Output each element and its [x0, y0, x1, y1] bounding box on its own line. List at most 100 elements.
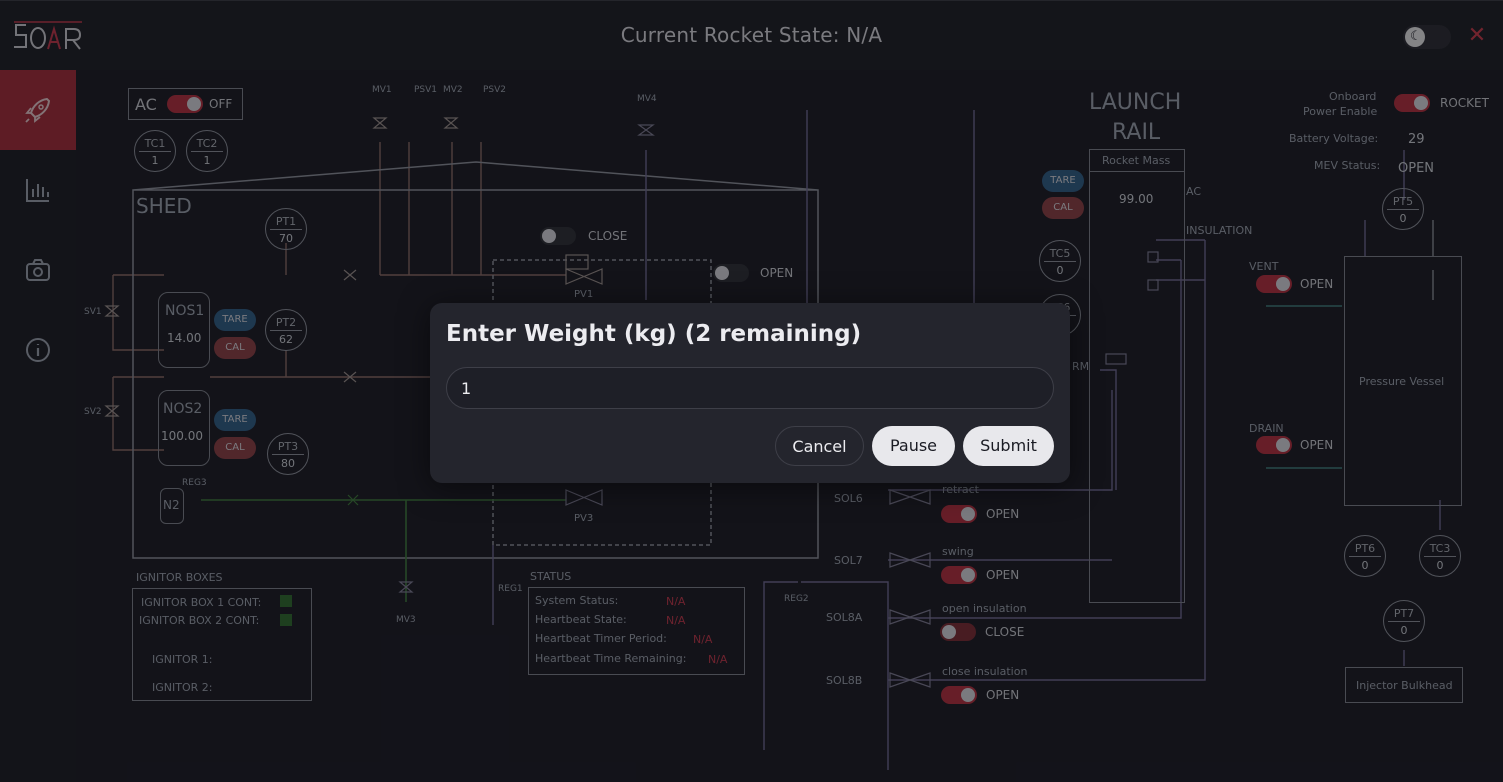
sol8b-state: OPEN — [986, 688, 1020, 702]
onboard-power-label-2: Power Enable — [1303, 105, 1378, 118]
tc5-sensor: TC5 0 — [1039, 240, 1081, 282]
ignitor1-label: IGNITOR 1: — [152, 653, 213, 666]
page-title: Current Rocket State: N/A — [620, 23, 883, 47]
tc3-label: TC3 — [1429, 542, 1451, 555]
rocket-tare-button[interactable]: TARE — [1042, 170, 1084, 192]
weight-dialog: Enter Weight (kg) (2 remaining) Cancel P… — [430, 303, 1070, 483]
launch-rail-box — [1089, 149, 1185, 603]
sidebar-item-rocket[interactable] — [0, 70, 76, 150]
sol7-label: SOL7 — [834, 554, 863, 567]
pt6-label: PT6 — [1354, 542, 1376, 555]
pt5-sensor: PT5 0 — [1382, 188, 1424, 230]
sidebar-item-info[interactable] — [0, 310, 76, 390]
pt6-sensor: PT6 0 — [1344, 535, 1386, 577]
sol6-name: retract — [942, 483, 979, 496]
sidebar-item-camera[interactable] — [0, 230, 76, 310]
vent-state: OPEN — [1300, 277, 1334, 291]
chart-icon — [26, 179, 49, 202]
rocket-mass-header: Rocket Mass — [1089, 149, 1185, 172]
tc3-sensor: TC3 0 — [1419, 535, 1461, 577]
pv2-toggle[interactable] — [713, 264, 749, 282]
submit-button[interactable]: Submit — [963, 426, 1054, 466]
status-panel: System Status: N/A Heartbeat State: N/A … — [528, 587, 745, 675]
heartbeat-remaining-value: N/A — [708, 653, 728, 666]
tc5-value: 0 — [1056, 264, 1064, 277]
pressure-vessel-label: Pressure Vessel — [1359, 375, 1445, 388]
insulation-line-label: INSULATION — [1186, 224, 1253, 237]
vent-toggle[interactable] — [1256, 275, 1292, 293]
heartbeat-remaining-label: Heartbeat Time Remaining: — [535, 652, 687, 665]
drain-toggle[interactable] — [1256, 436, 1292, 454]
sol8a-toggle[interactable] — [940, 623, 976, 641]
sol7-name: swing — [942, 545, 974, 558]
sol6-label: SOL6 — [834, 492, 863, 505]
rocket-mass-value: 99.00 — [1119, 192, 1154, 206]
sol7-toggle[interactable] — [941, 566, 977, 584]
pt7-label: PT7 — [1393, 607, 1415, 620]
heartbeat-state-label: Heartbeat State: — [535, 613, 627, 626]
sol8b-name: close insulation — [942, 665, 1028, 678]
pt6-value: 0 — [1361, 559, 1369, 572]
pressure-vessel: Pressure Vessel — [1344, 256, 1462, 506]
battery-voltage-value: 29 — [1408, 132, 1425, 147]
pt5-value: 0 — [1399, 212, 1407, 225]
sv2-valve-icon — [104, 405, 120, 417]
pv2-toggle-state: OPEN — [760, 266, 794, 280]
ignitor-boxes-title: IGNITOR BOXES — [136, 571, 223, 584]
top-bar: Current Rocket State: N/A ☾ ✕ — [0, 0, 1503, 70]
pause-button[interactable]: Pause — [872, 426, 955, 466]
ignitor-boxes-panel: IGNITOR BOX 1 CONT: IGNITOR BOX 2 CONT: … — [132, 588, 312, 701]
status-title: STATUS — [530, 570, 572, 583]
system-status-value: N/A — [666, 595, 686, 608]
tc3-value: 0 — [1436, 559, 1444, 572]
vent-label: VENT — [1249, 260, 1279, 273]
camera-icon — [26, 259, 50, 281]
onboard-power-state: ROCKET — [1440, 96, 1489, 110]
cancel-button[interactable]: Cancel — [775, 426, 864, 466]
ac-line-label: AC — [1186, 185, 1202, 198]
weight-input[interactable] — [446, 367, 1054, 409]
injector-bulkhead: Injector Bulkhead — [1345, 667, 1463, 703]
tc5-label: TC5 — [1049, 247, 1071, 260]
rocket-icon — [25, 97, 51, 123]
heartbeat-timer-value: N/A — [693, 633, 713, 646]
sol8b-label: SOL8B — [826, 674, 863, 687]
onboard-power-toggle[interactable] — [1394, 94, 1430, 112]
moon-icon: ☾ — [1410, 29, 1422, 44]
sol6-valve-icon — [889, 489, 931, 505]
check-valve-2-icon — [343, 371, 357, 383]
ignitor-box1-indicator — [280, 595, 292, 607]
rm-label: RM — [1072, 360, 1090, 373]
heartbeat-state-value: N/A — [666, 614, 686, 627]
pv1-toggle[interactable] — [540, 227, 576, 245]
sidebar-item-charts[interactable] — [0, 150, 76, 230]
mev-status-value: OPEN — [1398, 161, 1435, 176]
sol8a-label: SOL8A — [826, 611, 863, 624]
sol7-state: OPEN — [986, 568, 1020, 582]
ignitor2-label: IGNITOR 2: — [152, 681, 213, 694]
close-icon[interactable]: ✕ — [1466, 25, 1488, 47]
system-status-label: System Status: — [535, 594, 619, 607]
pt7-value: 0 — [1400, 624, 1408, 637]
mev-status-label: MEV Status: — [1314, 159, 1381, 172]
mv4-valve-icon — [637, 124, 655, 136]
drain-label: DRAIN — [1249, 422, 1284, 435]
drain-state: OPEN — [1300, 438, 1334, 452]
theme-toggle[interactable]: ☾ — [1403, 25, 1451, 49]
sv1-valve-icon — [104, 305, 120, 317]
pt7-sensor: PT7 0 — [1383, 600, 1425, 642]
dialog-title: Enter Weight (kg) (2 remaining) — [446, 321, 862, 347]
ignitor-box2-indicator — [280, 614, 292, 626]
pt5-label: PT5 — [1392, 195, 1414, 208]
mv3-valve-icon — [398, 581, 414, 593]
onboard-power-label-1: Onboard — [1329, 90, 1377, 103]
rocket-cal-button[interactable]: CAL — [1042, 197, 1084, 219]
launch-rail-title-2: RAIL — [1112, 120, 1161, 145]
pv3-valve-icon — [565, 489, 603, 506]
sol8b-toggle[interactable] — [941, 686, 977, 704]
sol6-toggle[interactable] — [941, 505, 977, 523]
check-valve-1-icon — [343, 269, 357, 281]
rocket-mass-label: Rocket Mass — [1102, 154, 1171, 167]
sol7-valve-icon — [889, 552, 931, 568]
info-icon — [26, 338, 50, 362]
